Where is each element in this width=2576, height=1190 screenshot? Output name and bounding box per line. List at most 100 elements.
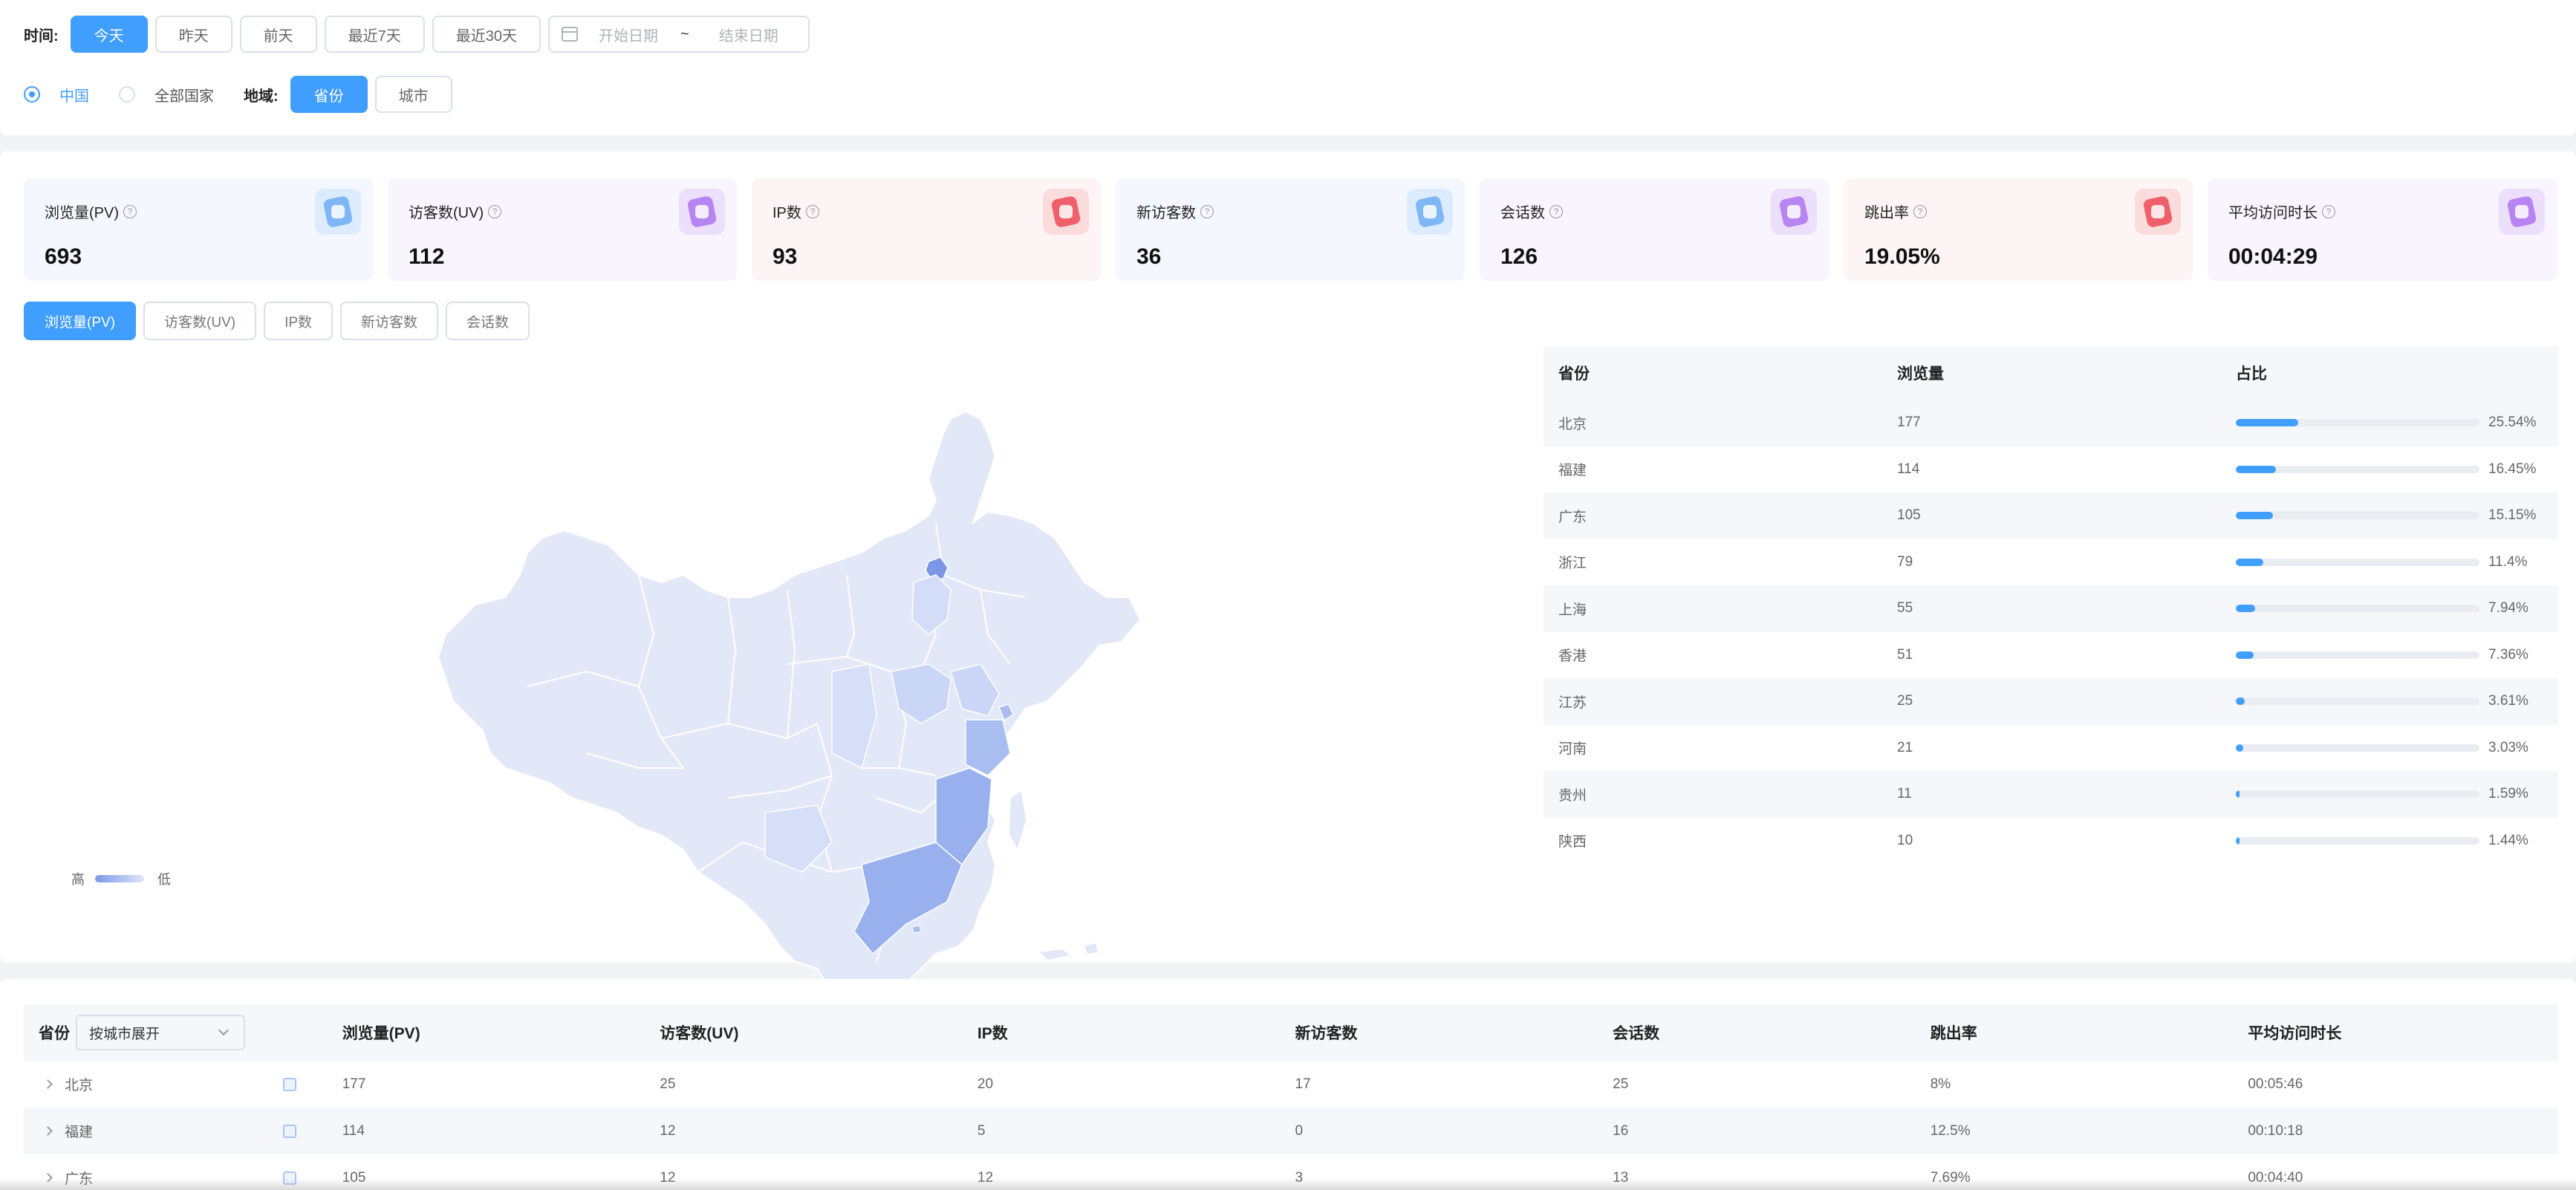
stat-badge-icon	[2499, 189, 2545, 235]
cell-province: 贵州	[1558, 787, 1587, 804]
region-button-city[interactable]: 城市	[374, 76, 452, 113]
stat-value: 112	[409, 244, 445, 269]
time-label: 时间:	[24, 27, 59, 45]
cell-province: 江苏	[1558, 695, 1587, 711]
tab-sessions[interactable]: 会话数	[446, 302, 530, 340]
stat-badge-icon	[315, 189, 361, 235]
date-range-picker[interactable]: 开始日期 ~ 结束日期	[548, 16, 810, 53]
detail-table-header: 省份 按城市展开 浏览量(PV) 访客数(UV) IP数 新访客数 会话数 跳出…	[24, 1004, 2558, 1061]
map-legend: 高 低	[71, 869, 171, 888]
expand-arrow-icon[interactable]	[43, 1126, 53, 1136]
stat-badge-icon	[2135, 189, 2181, 235]
cell-value: 16	[1613, 1122, 1629, 1139]
time-filter-row: 时间: 今天 昨天 前天 最近7天 最近30天 开始日期 ~ 结束日期	[24, 15, 810, 53]
help-icon[interactable]: ?	[488, 204, 502, 218]
cell-ratio: 1.59%	[2488, 786, 2528, 802]
expand-arrow-icon[interactable]	[43, 1079, 53, 1089]
stat-value: 126	[1500, 244, 1538, 269]
cell-value: 17	[1295, 1076, 1311, 1092]
region-button-province[interactable]: 省份	[290, 76, 368, 113]
tab-pv[interactable]: 浏览量(PV)	[24, 302, 137, 340]
map-region-zhejiang	[965, 719, 1011, 776]
detail-panel: 省份 按城市展开 浏览量(PV) 访客数(UV) IP数 新访客数 会话数 跳出…	[0, 979, 2576, 1190]
cell-value: 5	[977, 1122, 986, 1139]
ratio-progress-bar	[2236, 698, 2479, 706]
table-row: 上海 55 7.94%	[1544, 585, 2558, 632]
stat-name: 会话数	[1500, 205, 1545, 221]
radio-china[interactable]: 中国	[24, 84, 89, 105]
time-button-today[interactable]: 今天	[70, 16, 148, 53]
stat-badge-icon	[679, 189, 725, 235]
rank-table-body: 北京 177 25.54% 福建 114 16.45% 广东 105 15.15% 浙江 79 11.…	[1544, 400, 2558, 864]
table-row[interactable]: 福建 114 12 5 0 16 12.5% 00:10:18	[24, 1108, 2558, 1154]
cell-province: 福建	[65, 1125, 94, 1140]
cell-pv: 114	[1897, 461, 1920, 477]
ratio-progress-bar	[2236, 836, 2479, 845]
help-icon[interactable]: ?	[123, 204, 137, 218]
stat-card-sessions: 会话数? 126	[1480, 178, 1829, 281]
cell-value: 8%	[1930, 1076, 1951, 1092]
help-icon[interactable]: ?	[2322, 204, 2335, 218]
stat-card-uv: 访客数(UV)? 112	[388, 178, 737, 281]
cell-province: 北京	[65, 1078, 94, 1093]
row-checkbox[interactable]	[282, 1124, 296, 1138]
stat-card-avg-duration: 平均访问时长? 00:04:29	[2208, 178, 2557, 281]
radio-all-countries[interactable]: 全部国家	[119, 84, 214, 105]
tab-uv[interactable]: 访客数(UV)	[143, 302, 257, 340]
start-date-input[interactable]: 开始日期	[599, 24, 658, 45]
cell-province: 香港	[1558, 648, 1587, 665]
stat-card-new-visitors: 新访客数? 36	[1116, 178, 1465, 281]
cell-value: 20	[977, 1076, 994, 1092]
stat-name: 访客数(UV)	[409, 205, 484, 221]
china-map[interactable]	[416, 352, 1144, 1065]
end-date-input[interactable]: 结束日期	[719, 24, 778, 45]
stat-card-ip: IP数? 93	[752, 178, 1101, 281]
cell-province: 河南	[1558, 741, 1587, 758]
map-region-south-sea-islands	[1040, 943, 1098, 960]
header-province: 省份	[39, 1025, 70, 1042]
metric-tabs: 浏览量(PV) 访客数(UV) IP数 新访客数 会话数	[24, 302, 530, 340]
cell-ratio: 3.61%	[2488, 693, 2528, 709]
detail-table: 省份 按城市展开 浏览量(PV) 访客数(UV) IP数 新访客数 会话数 跳出…	[24, 1004, 2558, 1190]
table-row[interactable]: 北京 177 25 20 17 25 8% 00:05:46	[24, 1061, 2558, 1108]
help-icon[interactable]: ?	[1549, 204, 1563, 218]
ratio-progress-bar	[2236, 465, 2479, 473]
cell-pv: 10	[1897, 832, 1913, 848]
help-icon[interactable]: ?	[805, 204, 819, 218]
tab-ip[interactable]: IP数	[264, 302, 334, 340]
time-button-day-before[interactable]: 前天	[239, 16, 317, 53]
stat-card-pv: 浏览量(PV)? 693	[24, 178, 373, 281]
help-icon[interactable]: ?	[1913, 204, 1927, 218]
cell-ratio: 15.15%	[2488, 507, 2537, 524]
cell-pv: 21	[1897, 739, 1913, 755]
stat-name: 平均访问时长	[2228, 205, 2318, 221]
province-rank-table: 省份 浏览量 占比 北京 177 25.54% 福建 114 16.45% 广东 105 15.…	[1544, 346, 2558, 864]
legend-high-label: 高	[71, 872, 85, 887]
filter-panel: 时间: 今天 昨天 前天 最近7天 最近30天 开始日期 ~ 结束日期 中国 全…	[0, 0, 2576, 135]
time-button-last-30[interactable]: 最近30天	[432, 16, 541, 53]
radio-all-countries-label: 全部国家	[155, 88, 214, 105]
stat-value: 36	[1136, 244, 1162, 269]
cell-value: 25	[660, 1076, 676, 1092]
row-checkbox[interactable]	[282, 1077, 296, 1091]
tab-new-visitors[interactable]: 新访客数	[340, 302, 439, 340]
radio-dot-icon	[24, 86, 40, 103]
table-row: 浙江 79 11.4%	[1544, 539, 2558, 586]
cell-value: 177	[342, 1076, 366, 1092]
stat-value: 93	[773, 244, 798, 269]
table-row: 香港 51 7.36%	[1544, 632, 2558, 679]
expand-mode-select[interactable]: 按城市展开	[76, 1015, 245, 1050]
overview-panel: 浏览量(PV)? 693 访客数(UV)? 112 IP数? 93 新访客数? …	[0, 152, 2576, 1047]
help-icon[interactable]: ?	[1200, 204, 1214, 218]
cell-ratio: 11.4%	[2488, 553, 2528, 570]
time-button-last-7[interactable]: 最近7天	[324, 16, 425, 53]
table-row: 河南 21 3.03%	[1544, 725, 2558, 772]
cell-province: 北京	[1558, 416, 1587, 432]
radio-china-label: 中国	[59, 88, 89, 105]
header-pv: 浏览量	[1897, 365, 1944, 383]
radio-dot-icon	[119, 86, 135, 103]
time-button-yesterday[interactable]: 昨天	[155, 16, 232, 53]
rank-table-header: 省份 浏览量 占比	[1544, 346, 2558, 400]
cell-pv: 177	[1897, 414, 1921, 431]
cell-ratio: 3.03%	[2488, 739, 2528, 755]
